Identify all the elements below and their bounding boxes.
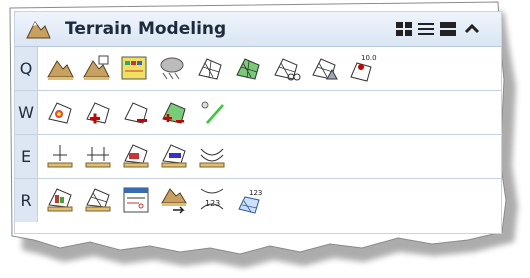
create-terrain-from-point-cloud-icon[interactable] [157,53,187,83]
create-terrain-from-graphic-filter-icon[interactable] [119,53,149,83]
spot-label-text: 123 [249,189,262,197]
row-key: E [15,135,38,178]
draw-line-icon[interactable] [197,97,227,127]
elevation-label-text: 10.0 [361,54,377,62]
terrain-with-elevation-label-icon[interactable]: 10.0 [347,53,377,83]
terrain-analysis-icon[interactable] [45,185,75,215]
delete-vertex-icon[interactable] [83,141,113,171]
tool-row-e: E [15,135,501,179]
add-point-to-terrain-icon[interactable] [45,97,75,127]
tool-row-r: R 123 123 [15,179,501,222]
panel-title: Terrain Modeling [65,19,227,39]
insert-vertex-icon[interactable] [45,141,75,171]
create-from-clipped-terrain-icon[interactable] [271,53,301,83]
row-key: Q [15,47,38,90]
contour-label-icon[interactable]: 123 [197,185,227,215]
contour-label-text: 123 [205,199,220,208]
terrain-modeling-panel: Terrain Modeling Q 10.0 W E R 123 123 [14,11,502,234]
create-delta-terrain-icon[interactable] [309,53,339,83]
add-feature-to-terrain-icon[interactable] [83,97,113,127]
create-terrain-model-icon[interactable] [195,53,225,83]
icon-grid-view-icon[interactable] [395,21,413,37]
panel-title-bar: Terrain Modeling [15,12,501,47]
tool-row-q: Q 10.0 [15,47,501,91]
tool-row-w: W [15,91,501,135]
export-terrain-icon[interactable] [159,185,189,215]
terrain-profile-icon[interactable] [83,185,113,215]
create-terrain-from-elements-icon[interactable] [45,53,75,83]
edit-terrain-boundary-icon[interactable] [159,141,189,171]
add-remove-features-icon[interactable] [159,97,189,127]
edit-terrain-icon[interactable] [121,141,151,171]
row-key: W [15,91,38,134]
swap-lines-icon[interactable] [197,141,227,171]
row-key: R [15,179,38,222]
terrain-modeling-icon [25,18,51,40]
create-terrain-from-file-icon[interactable] [81,53,111,83]
create-clipping-terrain-icon[interactable] [233,53,263,83]
tool-rows: Q 10.0 W E R 123 123 [15,47,501,222]
spot-elevation-label-icon[interactable]: 123 [235,185,265,215]
remove-feature-from-terrain-icon[interactable] [121,97,151,127]
collapse-chevron-up-icon[interactable] [463,21,481,37]
list-view-icon[interactable] [417,21,435,37]
large-list-view-icon[interactable] [439,21,457,37]
terrain-report-icon[interactable] [121,185,151,215]
